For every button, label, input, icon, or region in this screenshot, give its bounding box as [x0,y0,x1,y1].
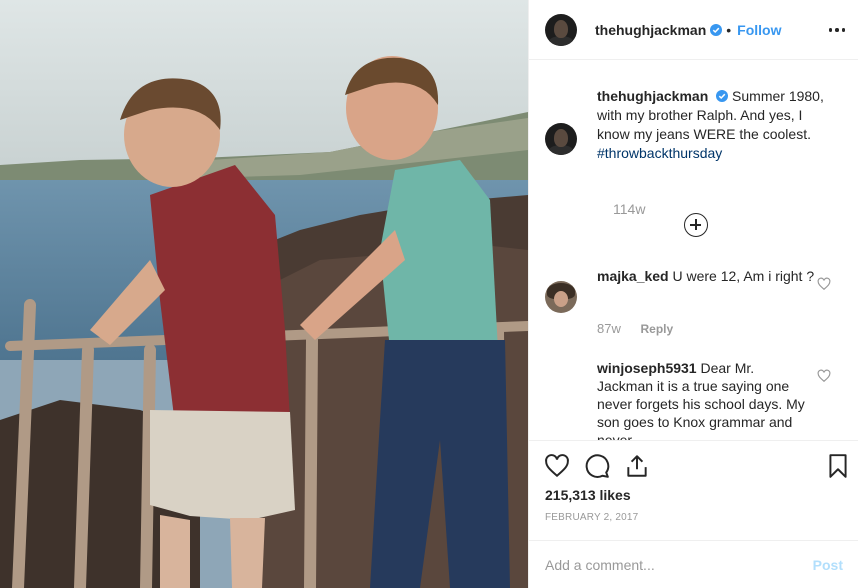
post-comment-button[interactable]: Post [813,557,843,573]
post-side-panel: thehughjackman • Follow thehughjackman S… [528,0,858,588]
share-icon[interactable] [624,453,650,479]
comment-body: U were 12, Am i right ? [672,268,815,284]
load-more-comments-icon[interactable] [684,213,708,237]
reply-button[interactable]: Reply [640,322,673,336]
add-comment-bar: Post [529,540,858,588]
comment-time-ago[interactable]: 87w [597,321,621,336]
more-options-icon[interactable] [827,20,847,40]
verified-badge-icon [710,23,723,36]
post-header: thehughjackman • Follow [529,0,858,60]
caption-hashtag[interactable]: #throwbackthursday [597,145,722,161]
comment-text: winjoseph5931 Dear Mr. Jackman it is a t… [597,359,811,440]
comment-bubble-icon[interactable] [584,453,610,479]
author-username[interactable]: thehughjackman [595,22,706,38]
likes-count[interactable]: 215,313 likes [545,487,631,503]
like-heart-icon[interactable] [544,453,570,479]
header-separator: • [726,21,732,38]
like-comment-heart-icon[interactable] [817,369,831,383]
verified-badge-icon [716,90,729,102]
comment-username[interactable]: winjoseph5931 [597,360,697,376]
post-date[interactable]: FEBRUARY 2, 2017 [545,512,638,523]
caption-username[interactable]: thehughjackman [597,88,708,104]
follow-button[interactable]: Follow [737,22,781,38]
caption-time-ago[interactable]: 114w [613,201,645,217]
add-comment-input[interactable] [545,556,813,573]
comments-section[interactable]: thehughjackman Summer 1980, with my brot… [529,61,858,440]
author-avatar[interactable] [545,13,577,46]
photo-illustration [0,0,528,588]
comment-meta: 87w Reply [597,321,673,336]
post-actions-bar [529,440,858,484]
post-photo[interactable] [0,0,528,588]
comment-username[interactable]: majka_ked [597,268,669,284]
like-comment-heart-icon[interactable] [817,277,831,291]
comment-text: majka_ked U were 12, Am i right ? [597,267,819,285]
caption-author-avatar[interactable] [545,123,577,155]
caption-text: thehughjackman Summer 1980, with my brot… [597,87,837,163]
commenter-avatar[interactable] [545,281,577,313]
save-bookmark-icon[interactable] [825,453,851,479]
